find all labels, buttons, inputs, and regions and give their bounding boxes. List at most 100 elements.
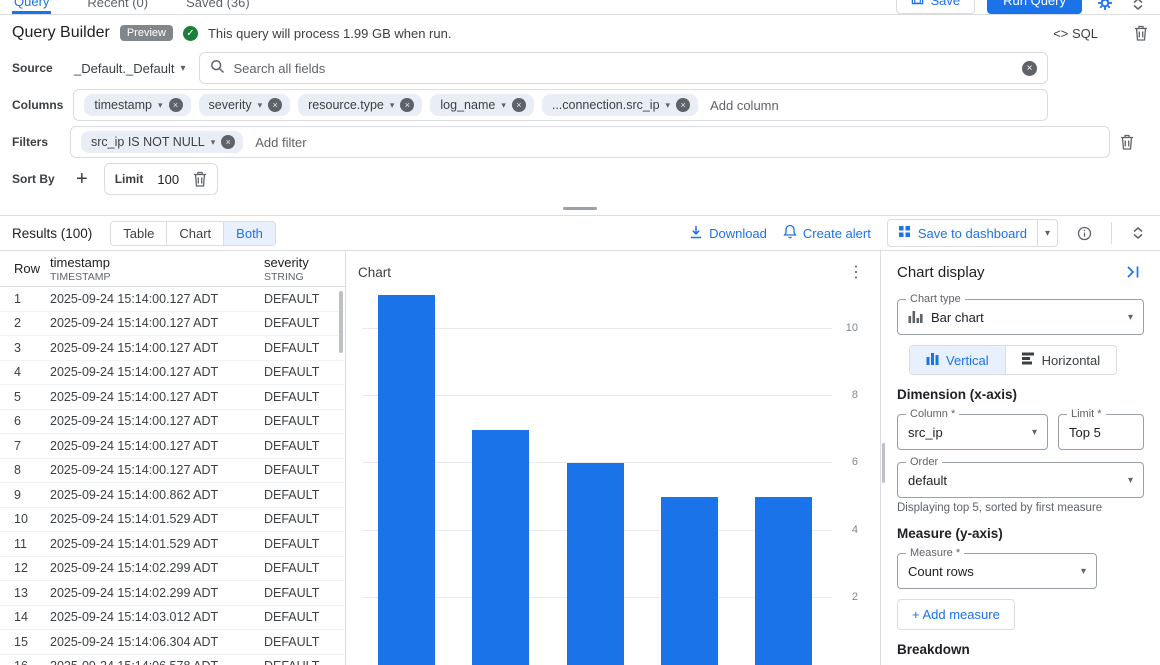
- delete-limit-icon[interactable]: [193, 171, 207, 187]
- measure-select[interactable]: Measure * Count rows ▾: [897, 553, 1097, 589]
- col-header-row[interactable]: Row: [0, 261, 50, 276]
- delete-query-icon[interactable]: [1134, 25, 1148, 41]
- save-to-dashboard-menu[interactable]: ▾: [1038, 220, 1057, 246]
- table-row[interactable]: 32025-09-24 15:14:00.127 ADTDEFAULT: [0, 336, 345, 361]
- info-icon[interactable]: [1074, 223, 1095, 244]
- filters-box: src_ip IS NOT NULL ▾ × Add filter: [70, 126, 1110, 158]
- chevron-down-icon[interactable]: ▾: [211, 137, 216, 148]
- table-cell: 11: [0, 537, 50, 551]
- remove-chip-icon[interactable]: ×: [400, 98, 414, 112]
- table-scrollbar[interactable]: [339, 291, 343, 353]
- add-sort-button[interactable]: +: [70, 168, 94, 191]
- sql-toggle[interactable]: <> SQL: [1053, 26, 1098, 41]
- chart-bar[interactable]: [755, 497, 812, 665]
- table-cell: 1: [0, 292, 50, 306]
- delete-filters-icon[interactable]: [1120, 134, 1134, 150]
- add-column[interactable]: Add column: [710, 98, 779, 113]
- table-row[interactable]: 82025-09-24 15:14:00.127 ADTDEFAULT: [0, 459, 345, 484]
- chevron-down-icon: ▾: [180, 63, 185, 74]
- chevron-down-icon[interactable]: ▾: [666, 100, 671, 111]
- vertical-button[interactable]: Vertical: [910, 346, 1005, 374]
- table-row[interactable]: 72025-09-24 15:14:00.127 ADTDEFAULT: [0, 434, 345, 459]
- table-row[interactable]: 92025-09-24 15:14:00.862 ADTDEFAULT: [0, 483, 345, 508]
- run-query-button[interactable]: Run Query: [987, 0, 1082, 14]
- limit-value[interactable]: 100: [157, 172, 179, 187]
- query-tabs: Query Recent (0) Saved (36): [12, 0, 252, 14]
- view-both-button[interactable]: Both: [223, 222, 275, 245]
- kebab-menu-icon[interactable]: ⋮: [844, 262, 868, 282]
- col-header-severity[interactable]: severity STRING: [264, 255, 345, 283]
- column-chip[interactable]: severity ▾ ×: [199, 94, 291, 116]
- expand-results-icon[interactable]: [1128, 223, 1148, 243]
- chevron-down-icon[interactable]: ▾: [158, 100, 163, 111]
- table-row[interactable]: 42025-09-24 15:14:00.127 ADTDEFAULT: [0, 361, 345, 386]
- chart-bar[interactable]: [378, 295, 435, 665]
- table-row[interactable]: 122025-09-24 15:14:02.299 ADTDEFAULT: [0, 557, 345, 582]
- chevron-down-icon[interactable]: ▾: [258, 100, 263, 111]
- y-tick-label: 2: [852, 591, 858, 603]
- remove-chip-icon[interactable]: ×: [268, 98, 282, 112]
- table-row[interactable]: 22025-09-24 15:14:00.127 ADTDEFAULT: [0, 312, 345, 337]
- table-row[interactable]: 162025-09-24 15:14:06.578 ADTDEFAULT: [0, 655, 345, 665]
- dimension-limit-input[interactable]: Limit * Top 5: [1058, 414, 1144, 450]
- drag-handle[interactable]: [563, 207, 597, 210]
- filter-chip[interactable]: src_ip IS NOT NULL ▾ ×: [81, 131, 243, 153]
- chart-title: Chart: [358, 265, 391, 280]
- columns-box: timestamp▾×severity▾×resource.type▾×log_…: [73, 89, 1048, 121]
- remove-chip-icon[interactable]: ×: [169, 98, 183, 112]
- table-row[interactable]: 102025-09-24 15:14:01.529 ADTDEFAULT: [0, 508, 345, 533]
- settings-gear-icon[interactable]: [1094, 0, 1116, 14]
- panel-scrollbar[interactable]: [882, 443, 885, 483]
- save-button[interactable]: Save: [896, 0, 975, 14]
- tab-saved[interactable]: Saved (36): [184, 0, 252, 14]
- column-chip[interactable]: log_name▾×: [430, 94, 533, 116]
- column-chip[interactable]: timestamp▾×: [84, 94, 190, 116]
- horizontal-button[interactable]: Horizontal: [1005, 346, 1117, 374]
- add-measure-button[interactable]: + Add measure: [897, 599, 1015, 630]
- create-alert-button[interactable]: Create alert: [783, 224, 871, 242]
- table-row[interactable]: 12025-09-24 15:14:00.127 ADTDEFAULT: [0, 287, 345, 312]
- columns-row: Columns timestamp▾×severity▾×resource.ty…: [12, 89, 1148, 121]
- chart-bar[interactable]: [661, 497, 718, 665]
- table-cell: 2025-09-24 15:14:01.529 ADT: [50, 537, 264, 551]
- table-cell: DEFAULT: [264, 610, 345, 624]
- save-to-dashboard-button[interactable]: Save to dashboard ▾: [887, 219, 1058, 247]
- column-chip[interactable]: resource.type▾×: [298, 94, 422, 116]
- table-cell: 2025-09-24 15:14:02.299 ADT: [50, 586, 264, 600]
- source-row: Source _Default._Default ▾ ×: [12, 52, 1148, 84]
- view-chart-button[interactable]: Chart: [166, 222, 223, 245]
- table-row[interactable]: 152025-09-24 15:14:06.304 ADTDEFAULT: [0, 630, 345, 655]
- chip-label: src_ip IS NOT NULL: [91, 135, 205, 149]
- chart-type-select[interactable]: Chart type Bar chart ▾: [897, 299, 1144, 335]
- download-button[interactable]: Download: [689, 225, 767, 242]
- add-filter[interactable]: Add filter: [255, 135, 306, 150]
- col-header-timestamp[interactable]: timestamp TIMESTAMP: [50, 255, 264, 283]
- chart-bar[interactable]: [472, 430, 529, 665]
- tab-query[interactable]: Query: [12, 0, 51, 14]
- source-dropdown[interactable]: _Default._Default ▾: [70, 57, 189, 80]
- order-select[interactable]: Order default ▾: [897, 462, 1144, 498]
- chip-label: severity: [209, 98, 252, 112]
- table-row[interactable]: 62025-09-24 15:14:00.127 ADTDEFAULT: [0, 410, 345, 435]
- clear-search-icon[interactable]: ×: [1022, 61, 1037, 76]
- remove-chip-icon[interactable]: ×: [221, 135, 235, 149]
- chevron-down-icon[interactable]: ▾: [390, 100, 395, 111]
- view-table-button[interactable]: Table: [111, 222, 166, 245]
- search-all-fields-input[interactable]: [233, 61, 1014, 76]
- chart-bar[interactable]: [567, 463, 624, 665]
- table-row[interactable]: 132025-09-24 15:14:02.299 ADTDEFAULT: [0, 581, 345, 606]
- chevron-down-icon[interactable]: ▾: [501, 100, 506, 111]
- table-row[interactable]: 52025-09-24 15:14:00.127 ADTDEFAULT: [0, 385, 345, 410]
- tab-recent[interactable]: Recent (0): [85, 0, 150, 14]
- collapse-panel-icon[interactable]: [1122, 262, 1144, 282]
- save-icon: [911, 0, 924, 8]
- remove-chip-icon[interactable]: ×: [512, 98, 526, 112]
- expand-collapse-icon[interactable]: [1128, 0, 1148, 14]
- chevron-down-icon: ▾: [1032, 427, 1037, 438]
- table-row[interactable]: 142025-09-24 15:14:03.012 ADTDEFAULT: [0, 606, 345, 631]
- dimension-column-select[interactable]: Column * src_ip ▾: [897, 414, 1048, 450]
- column-chip[interactable]: ...connection.src_ip▾×: [542, 94, 698, 116]
- remove-chip-icon[interactable]: ×: [676, 98, 690, 112]
- chevron-down-icon: ▾: [1045, 228, 1050, 239]
- table-row[interactable]: 112025-09-24 15:14:01.529 ADTDEFAULT: [0, 532, 345, 557]
